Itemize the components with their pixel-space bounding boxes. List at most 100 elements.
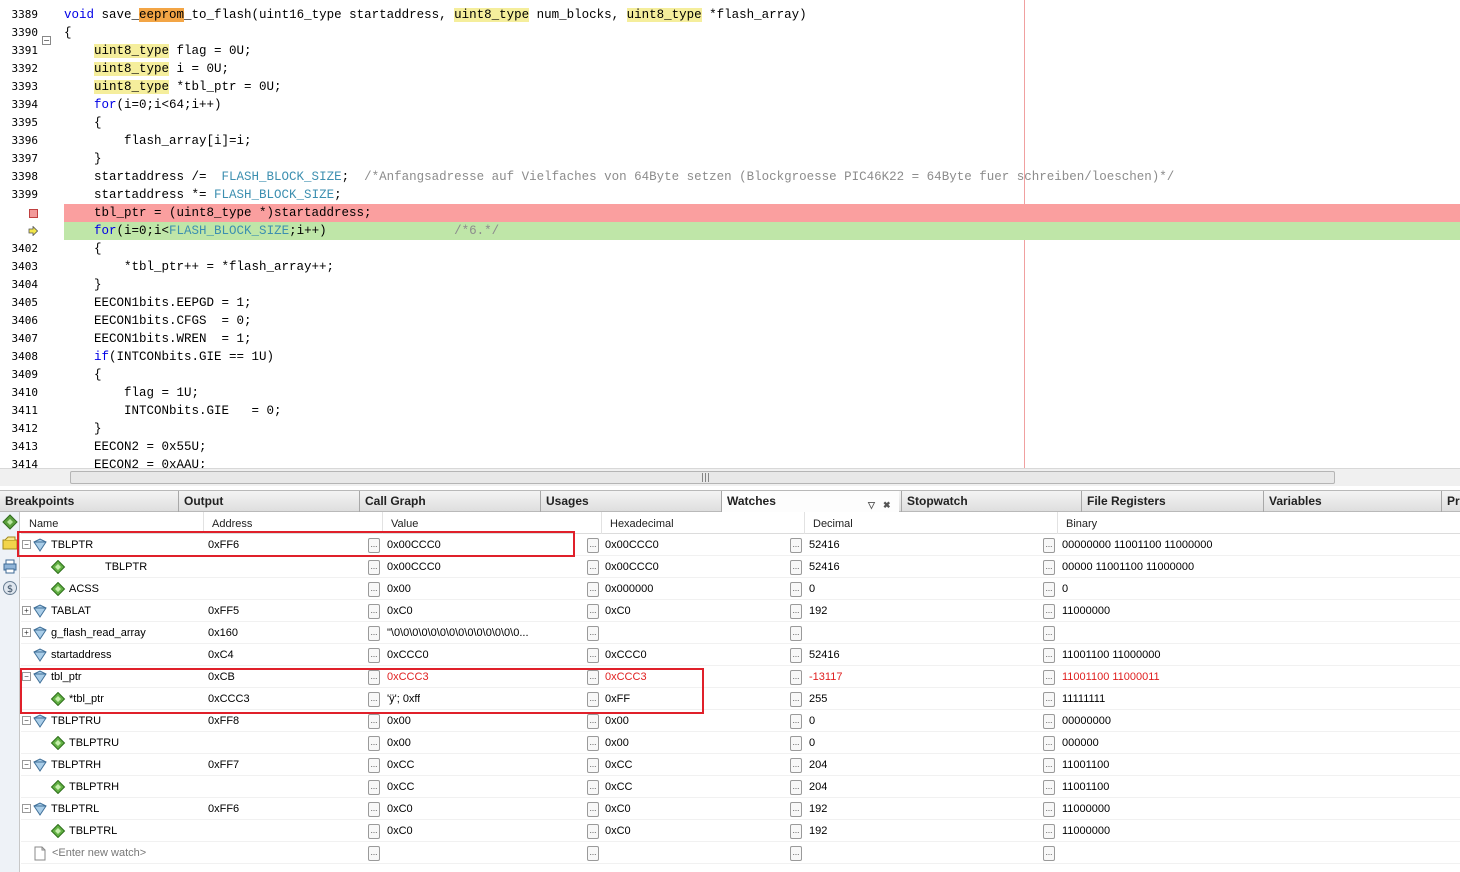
edit-value-button[interactable]: ... — [790, 758, 802, 773]
code-line[interactable]: void save_eeprom_to_flash(uint16_type st… — [0, 6, 1460, 24]
edit-value-button[interactable]: ... — [1043, 670, 1055, 685]
column-header-decimal[interactable]: Decimal — [805, 512, 1058, 534]
edit-value-button[interactable]: ... — [1043, 582, 1055, 597]
edit-value-button[interactable]: ... — [368, 802, 380, 817]
code-line[interactable]: EECON2 = 0xAAU; — [0, 456, 1460, 468]
edit-value-button[interactable]: ... — [587, 648, 599, 663]
code-line[interactable]: { — [0, 24, 1460, 42]
line-number[interactable]: 3414 — [0, 456, 42, 468]
watch-value-cell[interactable]: 'ÿ'; 0xff — [387, 688, 420, 710]
edit-value-button[interactable]: ... — [587, 780, 599, 795]
edit-value-button[interactable]: ... — [1043, 692, 1055, 707]
edit-value-button[interactable]: ... — [368, 560, 380, 575]
edit-value-button[interactable]: ... — [587, 670, 599, 685]
edit-value-button[interactable]: ... — [790, 582, 802, 597]
line-number[interactable]: 3409 — [0, 366, 42, 384]
line-number[interactable]: 3399 — [0, 186, 42, 204]
code-line[interactable]: } — [0, 150, 1460, 168]
edit-value-button[interactable]: ... — [790, 692, 802, 707]
edit-value-button[interactable]: ... — [587, 604, 599, 619]
column-header-binary[interactable]: Binary — [1058, 512, 1460, 534]
edit-value-button[interactable]: ... — [587, 582, 599, 597]
edit-value-button[interactable]: ... — [1043, 824, 1055, 839]
code-line[interactable]: EECON2 = 0x55U; — [0, 438, 1460, 456]
line-number[interactable]: 3402 — [0, 240, 42, 258]
code-line[interactable]: EECON1bits.EEPGD = 1; — [0, 294, 1460, 312]
line-number[interactable]: 3408 — [0, 348, 42, 366]
line-number[interactable]: 3411 — [0, 402, 42, 420]
line-number[interactable]: 3389 — [0, 6, 42, 24]
code-lines[interactable]: void save_eeprom_to_flash(uint16_type st… — [0, 6, 1460, 468]
line-number-gutter[interactable]: 3389 3390 3391 3392 3393 3394 3395 3396 3397 3398… — [0, 6, 42, 468]
watch-row[interactable]: TBLPTRL 0xC0 0xC0 192 11000000............ — [21, 820, 1460, 842]
editor-horizontal-scrollbar[interactable]: ||| — [0, 468, 1460, 486]
line-number[interactable]: 3405 — [0, 294, 42, 312]
code-line[interactable]: INTCONbits.GIE = 0; — [0, 402, 1460, 420]
edit-value-button[interactable]: ... — [1043, 758, 1055, 773]
edit-value-button[interactable]: ... — [1043, 714, 1055, 729]
line-number[interactable] — [0, 222, 42, 240]
code-line[interactable]: } — [0, 420, 1460, 438]
watch-row[interactable]: − tbl_ptr 0xCB 0xCCC3 0xCCC3 -13117 11001100 1… — [21, 666, 1460, 688]
watch-row[interactable]: + TABLAT 0xFF5 0xC0 0xC0 192 11000000.........… — [21, 600, 1460, 622]
edit-value-button[interactable]: ... — [790, 824, 802, 839]
edit-value-button[interactable]: ... — [1043, 648, 1055, 663]
tab-more[interactable]: Pr — [1441, 491, 1460, 512]
watch-value-cell[interactable]: 0x00CCC0 — [387, 556, 441, 578]
current-execution-line[interactable]: for(i=0;i<FLASH_BLOCK_SIZE;i++) /*6.*/ — [64, 222, 1460, 240]
line-number[interactable]: 3412 — [0, 420, 42, 438]
watch-row[interactable]: TBLPTRH 0xCC 0xCC 204 11001100............ — [21, 776, 1460, 798]
edit-value-button[interactable]: ... — [790, 670, 802, 685]
line-number[interactable]: 3391 — [0, 42, 42, 60]
edit-value-button[interactable]: ... — [790, 648, 802, 663]
edit-value-button[interactable]: ... — [1043, 626, 1055, 641]
edit-value-button[interactable]: ... — [587, 824, 599, 839]
watch-row[interactable]: *tbl_ptr 0xCCC3 'ÿ'; 0xff 0xFF 255 11111111..… — [21, 688, 1460, 710]
line-number[interactable] — [0, 204, 42, 222]
line-number[interactable]: 3404 — [0, 276, 42, 294]
edit-value-button[interactable]: ... — [368, 846, 380, 861]
edit-value-button[interactable]: ... — [1043, 780, 1055, 795]
line-number[interactable]: 3406 — [0, 312, 42, 330]
code-editor[interactable]: void save_eeprom_to_flash(uint16_type st… — [0, 0, 1460, 468]
watch-value-cell[interactable]: 0xC0 — [387, 798, 413, 820]
edit-value-button[interactable]: ... — [587, 736, 599, 751]
code-line[interactable]: { — [0, 240, 1460, 258]
code-line[interactable]: startaddress *= FLASH_BLOCK_SIZE; — [0, 186, 1460, 204]
edit-value-button[interactable]: ... — [790, 714, 802, 729]
code-line[interactable]: flag = 1U; — [0, 384, 1460, 402]
edit-value-button[interactable]: ... — [790, 626, 802, 641]
code-line[interactable]: EECON1bits.WREN = 1; — [0, 330, 1460, 348]
line-number[interactable]: 3393 — [0, 78, 42, 96]
edit-value-button[interactable]: ... — [368, 670, 380, 685]
column-header-hexadecimal[interactable]: Hexadecimal — [602, 512, 805, 534]
edit-value-button[interactable]: ... — [368, 736, 380, 751]
watch-value-cell[interactable]: 0xC0 — [387, 600, 413, 622]
line-number[interactable]: 3394 — [0, 96, 42, 114]
column-header-name[interactable]: Name — [21, 512, 204, 534]
watch-value-cell[interactable]: 0x00 — [387, 710, 411, 732]
edit-value-button[interactable]: ... — [790, 802, 802, 817]
watch-row[interactable]: startaddress 0xC4 0xCCC0 0xCCC0 52416 1100110… — [21, 644, 1460, 666]
code-line[interactable]: uint8_type *tbl_ptr = 0U; — [0, 78, 1460, 96]
edit-value-button[interactable]: ... — [790, 846, 802, 861]
edit-value-button[interactable]: ... — [368, 824, 380, 839]
watch-value-cell[interactable]: 0xCCC3 — [387, 666, 429, 688]
column-header-address[interactable]: Address — [204, 512, 383, 534]
edit-value-button[interactable]: ... — [587, 846, 599, 861]
tab-usages[interactable]: Usages — [540, 491, 718, 512]
watch-row[interactable]: − TBLPTRH 0xFF7 0xCC 0xCC 204 11001100........… — [21, 754, 1460, 776]
column-header-value[interactable]: Value — [383, 512, 602, 534]
watch-value-cell[interactable]: 0xCC — [387, 776, 415, 798]
line-number[interactable]: 3392 — [0, 60, 42, 78]
collapse-icon[interactable]: − — [22, 672, 31, 681]
watch-value-cell[interactable]: 0x00 — [387, 732, 411, 754]
tab-file-registers[interactable]: File Registers — [1081, 491, 1261, 512]
code-line[interactable]: uint8_type flag = 0U; — [0, 42, 1460, 60]
tab-call-graph[interactable]: Call Graph — [359, 491, 537, 512]
line-number[interactable]: 3395 — [0, 114, 42, 132]
breakpoint-icon[interactable] — [29, 208, 38, 218]
edit-value-button[interactable]: ... — [368, 648, 380, 663]
expand-icon[interactable]: + — [22, 628, 31, 637]
edit-value-button[interactable]: ... — [368, 758, 380, 773]
